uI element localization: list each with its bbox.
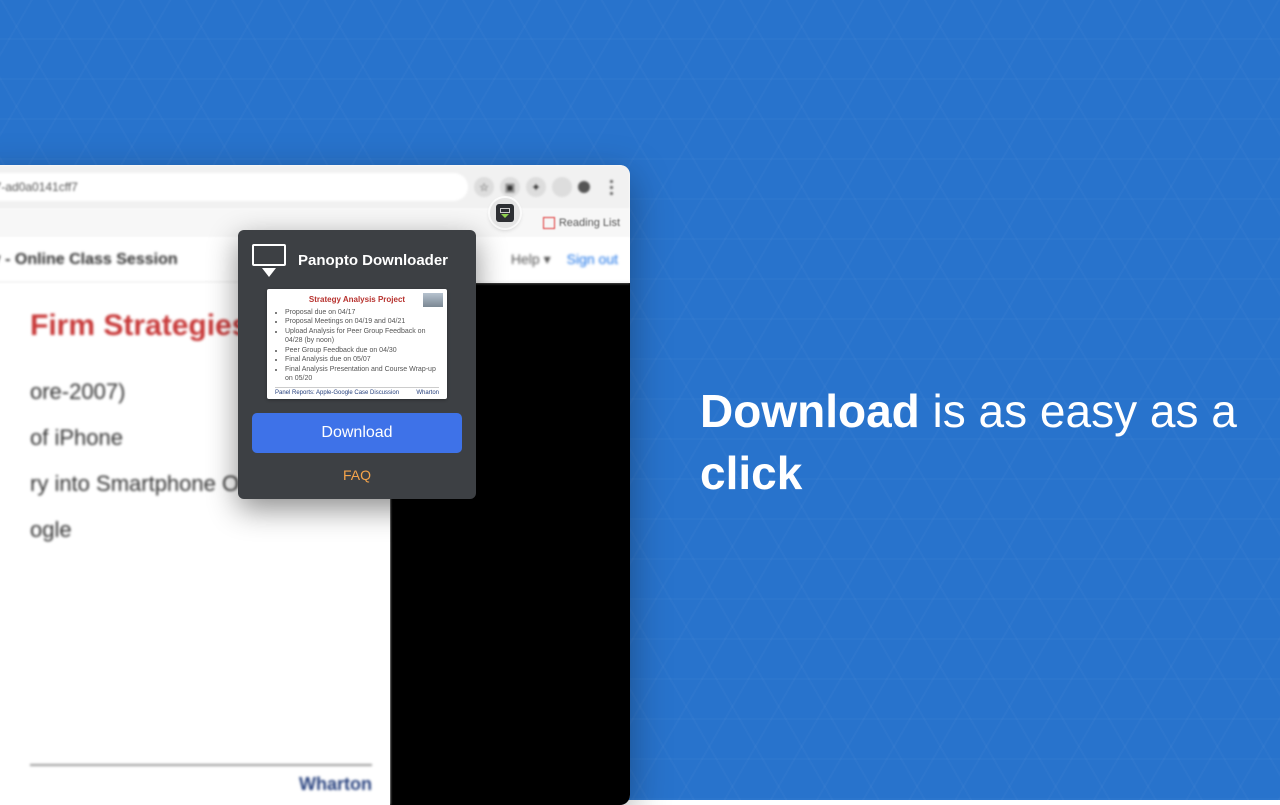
hero-strong-click: click (700, 447, 802, 499)
reading-list-link[interactable]: Reading List (543, 217, 620, 229)
downloader-logo-icon (252, 244, 286, 277)
thumbnail-presenter-image (423, 293, 443, 307)
thumbnail-bullets: Proposal due on 04/17 Proposal Meetings … (275, 308, 439, 384)
thumbnail-bullet: Proposal due on 04/17 (285, 308, 439, 317)
popup-header: Panopto Downloader (252, 244, 462, 277)
slide-bullet: ogle (30, 517, 372, 543)
thumbnail-bullet: Final Analysis due on 05/07 (285, 355, 439, 364)
extension-icon[interactable]: ▣ (500, 177, 520, 197)
extensions-menu-icon[interactable]: ✦ (526, 177, 546, 197)
address-text: 57-ad0a0141cff7 (0, 180, 78, 194)
faq-link[interactable]: FAQ (252, 467, 462, 483)
slide-footer-brand: Wharton (30, 764, 372, 795)
help-menu[interactable]: Help ▾ (511, 251, 551, 268)
profile-icon[interactable] (552, 177, 572, 197)
more-menu-icon[interactable] (610, 180, 614, 195)
star-icon[interactable]: ☆ (474, 177, 494, 197)
browser-toolbar: 57-ad0a0141cff7 ☆ ▣ ✦ (0, 165, 630, 209)
thumbnail-footer-right: Wharton (416, 390, 439, 396)
hero-text: Download is as easy as a click (700, 380, 1260, 504)
window-close-dot[interactable] (578, 181, 590, 193)
sign-out-link[interactable]: Sign out (567, 251, 618, 268)
thumbnail-bullet: Proposal Meetings on 04/19 and 04/21 (285, 317, 439, 326)
thumbnail-bullet: Peer Group Feedback due on 04/30 (285, 346, 439, 355)
active-extension-icon[interactable] (490, 198, 520, 228)
hero-strong-download: Download (700, 385, 920, 437)
address-bar[interactable]: 57-ad0a0141cff7 (0, 173, 468, 201)
reading-list-icon (543, 217, 555, 229)
session-title: gy - Online Class Session (0, 251, 178, 269)
extension-popup: Panopto Downloader Strategy Analysis Pro… (238, 230, 476, 499)
thumbnail-bullet: Upload Analysis for Peer Group Feedback … (285, 327, 439, 346)
hero-mid: is as easy as a (920, 385, 1237, 437)
thumbnail-title: Strategy Analysis Project (275, 295, 439, 304)
video-thumbnail: Strategy Analysis Project Proposal due o… (267, 289, 447, 399)
reading-list-label: Reading List (559, 217, 620, 229)
thumbnail-bullet: Final Analysis Presentation and Course W… (285, 365, 439, 384)
download-button[interactable]: Download (252, 413, 462, 453)
thumbnail-footer-left: Panel Reports: Apple-Google Case Discuss… (275, 390, 399, 396)
popup-title: Panopto Downloader (298, 252, 448, 269)
